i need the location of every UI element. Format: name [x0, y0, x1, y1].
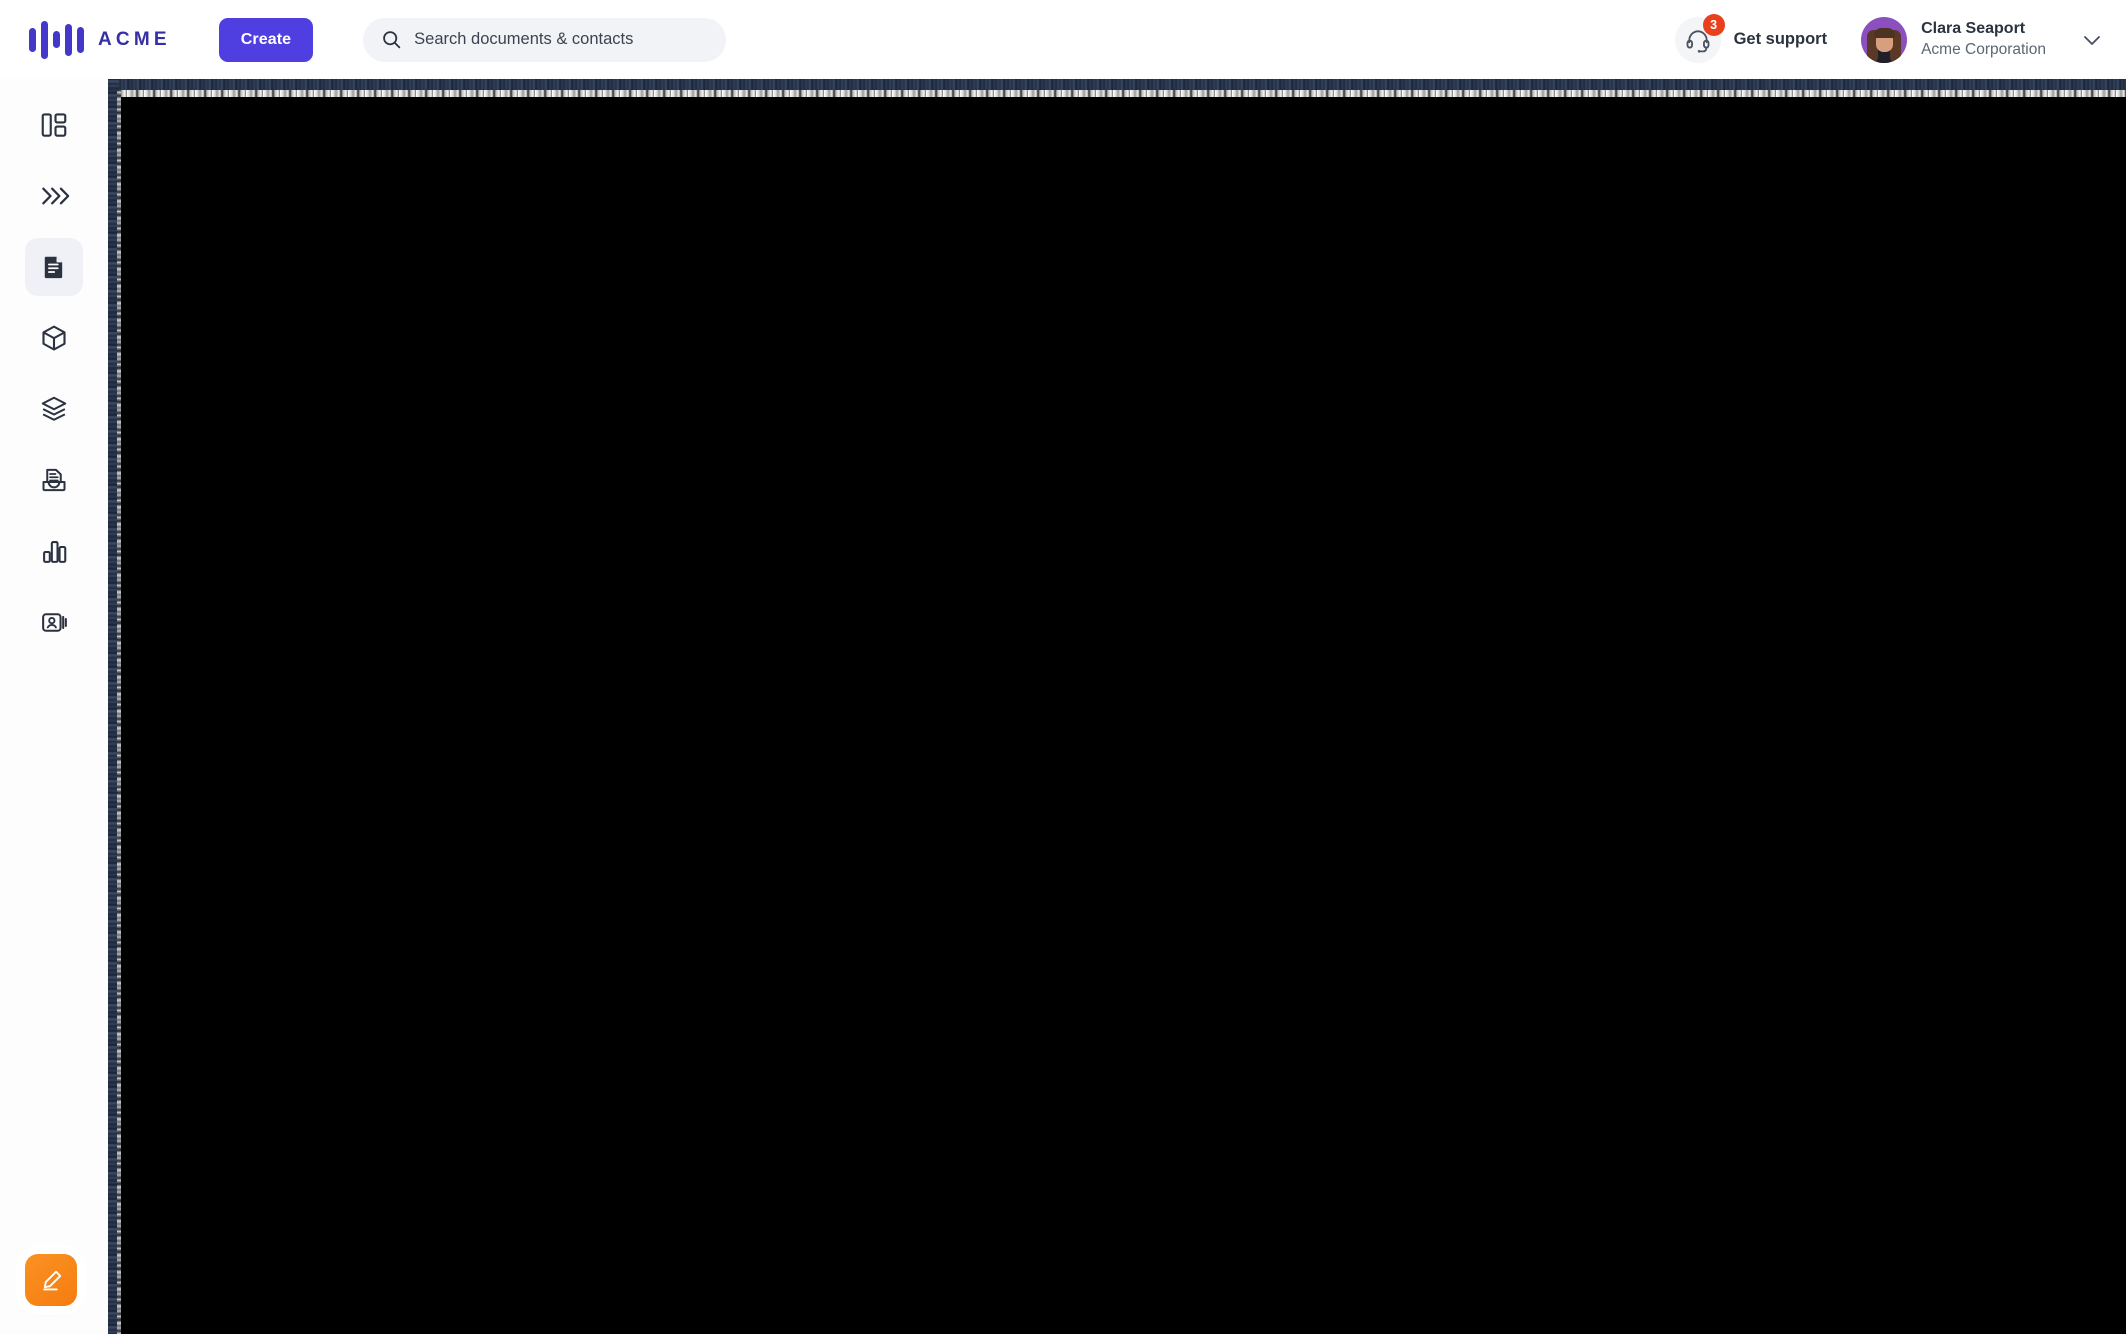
create-button[interactable]: Create: [218, 17, 314, 62]
content-frame-top-noise: [110, 90, 2126, 97]
sidebar-item-contacts[interactable]: [25, 593, 83, 651]
sidebar-item-dashboard[interactable]: [25, 96, 83, 154]
compose-button[interactable]: [25, 1254, 77, 1306]
double-chevron-right-icon: [42, 187, 70, 205]
app-root: ACME Create 3: [0, 0, 2126, 1334]
user-avatar: [1861, 16, 1908, 63]
user-menu-chevron[interactable]: [2080, 28, 2104, 52]
inbox-document-icon: [42, 468, 66, 492]
user-text: Clara Seaport Acme Corporation: [1921, 19, 2046, 59]
dashboard-layout-icon: [41, 113, 67, 137]
sidebar-item-templates[interactable]: [25, 380, 83, 438]
get-support-label: Get support: [1733, 30, 1828, 48]
search-input[interactable]: [414, 30, 709, 49]
sidebar-item-inbox[interactable]: [25, 451, 83, 509]
user-menu[interactable]: Clara Seaport Acme Corporation: [1861, 16, 2104, 63]
brand-logo[interactable]: ACME: [29, 0, 171, 79]
main-content-frame: [108, 79, 2126, 1334]
user-organization: Acme Corporation: [1921, 40, 2046, 58]
header-right-cluster: 3 Get support Clara Seaport Acme Corpora…: [1674, 0, 2126, 79]
search-box[interactable]: [363, 17, 727, 62]
chevron-down-icon: [2084, 35, 2100, 45]
document-icon: [44, 256, 63, 279]
sidebar-item-documents[interactable]: [25, 238, 83, 296]
sidebar-item-reports[interactable]: [25, 522, 83, 580]
main-content-canvas[interactable]: [121, 97, 2126, 1334]
contact-card-icon: [41, 612, 67, 632]
acme-waveform-logo-icon: [29, 20, 84, 60]
support-badge: 3: [1702, 13, 1725, 36]
search-icon: [383, 31, 401, 49]
sidebar-item-packages[interactable]: [25, 309, 83, 367]
bar-chart-icon: [42, 540, 66, 563]
cube-icon: [42, 325, 66, 351]
top-header: ACME Create 3: [0, 0, 2126, 79]
sidebar-item-workflows[interactable]: [25, 167, 83, 225]
left-sidebar: [0, 79, 108, 1334]
brand-name: ACME: [98, 28, 171, 50]
layers-icon: [41, 396, 67, 421]
support-icon-wrap: 3: [1674, 13, 1725, 63]
get-support-button[interactable]: 3 Get support: [1674, 13, 1828, 63]
pencil-sign-icon: [42, 1270, 61, 1290]
user-name: Clara Seaport: [1921, 20, 2026, 38]
